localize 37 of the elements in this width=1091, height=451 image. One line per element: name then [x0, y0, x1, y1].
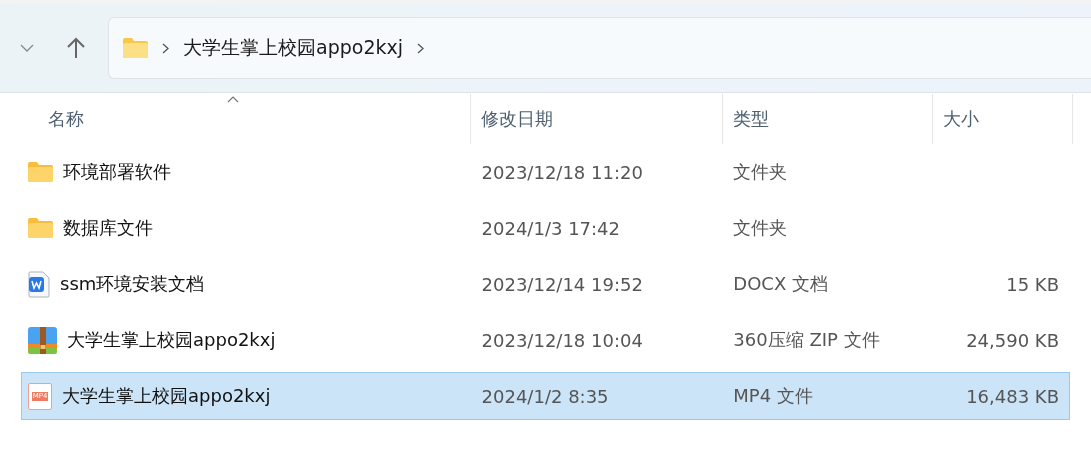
- file-row[interactable]: 环境部署软件 2023/12/18 11:20 文件夹: [21, 148, 1070, 196]
- file-type: 360压缩 ZIP 文件: [733, 328, 880, 352]
- column-header[interactable]: 修改日期: [471, 94, 723, 144]
- file-type: 文件夹: [733, 216, 788, 240]
- archive-icon: [28, 326, 57, 354]
- file-size: 15 KB: [1006, 273, 1059, 295]
- up-arrow-icon[interactable]: [66, 37, 86, 59]
- column-header[interactable]: 大小: [933, 94, 1073, 144]
- document-icon: [28, 270, 50, 298]
- folder-icon: [28, 218, 53, 238]
- modified-date: 2023/12/18 11:20: [481, 161, 643, 183]
- file-name: 环境部署软件: [63, 160, 171, 184]
- file-type: DOCX 文档: [733, 272, 828, 296]
- folder-icon: [123, 38, 148, 58]
- folder-icon: [28, 162, 53, 182]
- chevron-right-icon[interactable]: [417, 42, 424, 54]
- modified-date: 2024/1/3 17:42: [481, 217, 620, 239]
- file-name: 数据库文件: [63, 216, 153, 240]
- modified-date: 2024/1/2 8:35: [481, 385, 609, 407]
- file-name: 大学生掌上校园appo2kxj: [62, 384, 271, 408]
- breadcrumb-item[interactable]: 大学生掌上校园appo2kxj: [183, 35, 403, 61]
- file-type: MP4 文件: [733, 384, 813, 408]
- file-row[interactable]: ssm环境安装文档 2023/12/14 19:52 DOCX 文档 15 KB: [21, 260, 1070, 308]
- file-row[interactable]: 数据库文件 2024/1/3 17:42 文件夹: [21, 204, 1070, 252]
- address-bar[interactable]: 大学生掌上校园appo2kxj: [108, 17, 1091, 79]
- file-size: 16,483 KB: [966, 385, 1059, 407]
- file-row[interactable]: 大学生掌上校园appo2kxj 2023/12/18 10:04 360压缩 ZIP 文件 24,590 KB: [21, 316, 1070, 364]
- column-header[interactable]: 类型: [723, 94, 933, 144]
- column-header[interactable]: 名称: [0, 94, 471, 144]
- chevron-right-icon: [162, 42, 169, 54]
- file-name: 大学生掌上校园appo2kxj: [67, 328, 276, 352]
- modified-date: 2023/12/18 10:04: [481, 329, 643, 351]
- file-name: ssm环境安装文档: [60, 272, 205, 296]
- chevron-down-icon[interactable]: [20, 44, 34, 52]
- modified-date: 2023/12/14 19:52: [481, 273, 643, 295]
- file-size: 24,590 KB: [966, 329, 1059, 351]
- file-type: 文件夹: [733, 160, 788, 184]
